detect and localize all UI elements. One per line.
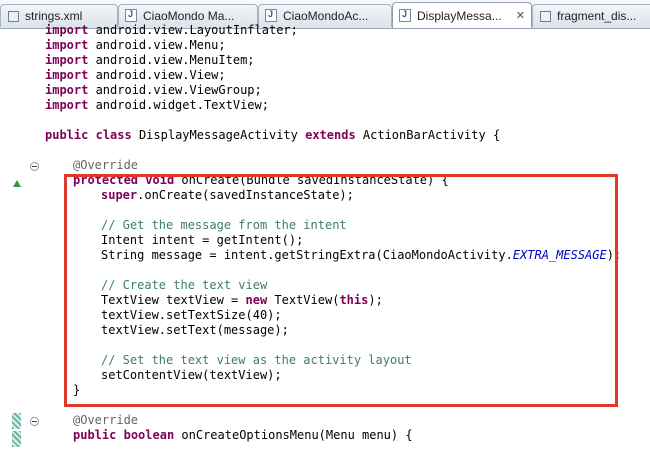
code-line: import android.view.LayoutInflater; [45, 23, 298, 37]
tab-label: CiaoMondoAc... [283, 9, 369, 23]
xml-file-icon [7, 9, 19, 22]
code-editor[interactable]: import android.view.LayoutInflater; impo… [0, 23, 650, 452]
close-icon[interactable]: ✕ [516, 10, 525, 21]
java-file-icon [125, 9, 137, 22]
class-declaration: public class DisplayMessageActivity exte… [45, 128, 501, 142]
folding-column [26, 29, 40, 452]
change-marker-icon [12, 431, 21, 447]
overview-ruler [0, 29, 12, 452]
tab-fragment-display[interactable]: fragment_dis... [532, 4, 650, 27]
method-signature-oncreateoptionsmenu: public boolean onCreateOptionsMenu(Menu … [73, 428, 413, 442]
code-line: import android.widget.TextView; [45, 98, 269, 112]
highlight-box [64, 174, 618, 407]
code-line: import android.view.View; [45, 68, 226, 82]
collapse-icon[interactable] [30, 162, 39, 171]
change-marker-icon [12, 413, 21, 429]
code-line: import android.view.ViewGroup; [45, 83, 262, 97]
tab-label: DisplayMessa... [417, 9, 502, 23]
tab-label: strings.xml [25, 9, 83, 23]
java-file-icon [265, 9, 277, 22]
xml-file-icon [539, 9, 551, 22]
override-marker-icon [13, 180, 21, 187]
override-annotation: @Override [73, 413, 139, 427]
tab-display-message-activity[interactable]: DisplayMessa... ✕ [392, 2, 532, 28]
override-annotation: @Override [73, 158, 139, 172]
code-line: import android.view.Menu; [45, 38, 226, 52]
code-line: import android.view.MenuItem; [45, 53, 255, 67]
tab-label: fragment_dis... [557, 9, 637, 23]
java-file-icon [399, 9, 411, 22]
tab-label: CiaoMondo Ma... [143, 9, 235, 23]
collapse-icon[interactable] [30, 417, 39, 426]
